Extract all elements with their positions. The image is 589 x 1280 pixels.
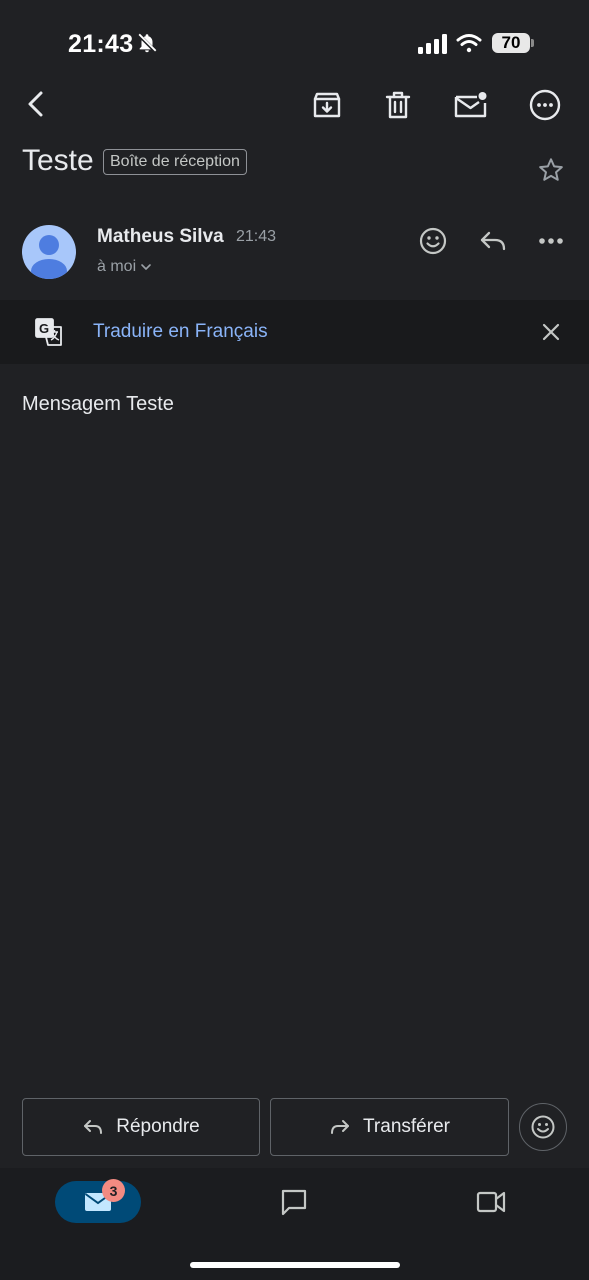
chevron-down-icon [140, 262, 152, 272]
home-indicator [190, 1262, 400, 1268]
translate-link[interactable]: Traduire en Français [93, 321, 268, 343]
back-arrow-icon[interactable] [18, 86, 54, 122]
add-reaction-icon[interactable] [416, 224, 450, 258]
reply-icon [82, 1118, 104, 1136]
translate-banner [0, 300, 589, 364]
chat-icon [279, 1187, 309, 1217]
email-body: Mensagem Teste [22, 393, 174, 415]
more-circle-icon[interactable] [527, 87, 563, 123]
close-icon[interactable] [536, 317, 566, 347]
emoji-reaction-button[interactable] [519, 1103, 567, 1151]
recipients-toggle[interactable]: à moi [97, 258, 152, 276]
email-time: 21:43 [236, 228, 277, 245]
inbox-label-chip[interactable]: Boîte de réception [103, 149, 247, 175]
wifi-icon [456, 32, 482, 54]
sender-name[interactable]: Matheus Silva [97, 226, 224, 248]
smiley-icon [530, 1114, 556, 1140]
mail-unread-badge: 3 [102, 1179, 125, 1202]
forward-button[interactable]: Transférer [270, 1098, 509, 1156]
reply-button[interactable]: Répondre [22, 1098, 260, 1156]
recipients-label: à moi [97, 258, 137, 275]
video-camera-icon [475, 1189, 507, 1215]
email-subject: Teste [22, 144, 94, 177]
trash-icon[interactable] [381, 88, 415, 122]
forward-button-label: Transférer [363, 1116, 450, 1137]
battery-cap [531, 39, 534, 47]
cellular-signal-icon [418, 34, 448, 54]
translate-icon: G [34, 317, 64, 347]
archive-icon[interactable] [310, 88, 344, 122]
more-horizontal-icon[interactable] [536, 226, 566, 256]
forward-icon [329, 1118, 351, 1136]
battery-indicator: 70 [492, 33, 530, 53]
reply-button-label: Répondre [116, 1116, 200, 1137]
star-icon[interactable] [535, 154, 567, 186]
reply-icon[interactable] [476, 226, 510, 256]
bell-muted-icon [136, 32, 158, 54]
nav-chat[interactable] [278, 1186, 310, 1218]
status-time: 21:43 [68, 30, 134, 58]
sender-avatar[interactable] [22, 225, 76, 279]
nav-mail[interactable] [55, 1181, 141, 1223]
mark-unread-icon[interactable] [452, 88, 490, 122]
svg-text:G: G [39, 321, 49, 336]
nav-meet[interactable] [474, 1186, 508, 1218]
